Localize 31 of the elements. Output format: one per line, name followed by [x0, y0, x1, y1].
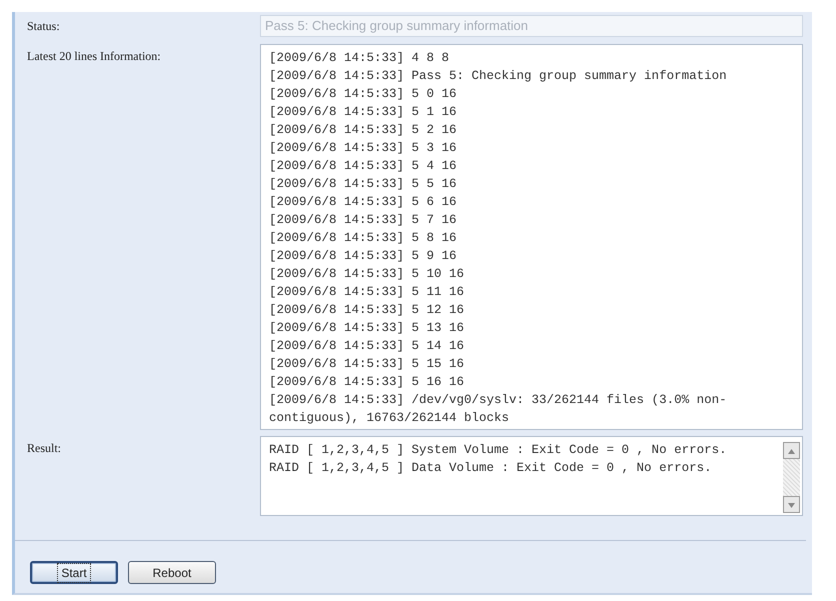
log-line: [2009/6/8 14:5:33] 5 2 16: [269, 122, 458, 139]
log-line: [2009/6/8 14:5:33] 5 8 16: [269, 230, 458, 247]
field-label: Status:: [27, 18, 61, 35]
log-line: [2009/6/8 14:5:33] 5 13 16: [269, 320, 466, 337]
log-line: [2009/6/8 14:5:33] 5 5 16: [269, 176, 458, 193]
scroll-down-icon: [783, 496, 800, 513]
log-line: [2009/6/8 14:5:33] 5 16 16: [269, 374, 466, 391]
result-line: RAID [ 1,2,3,4,5 ] Data Volume : Exit Code = 0 , No errors.: [269, 460, 713, 477]
result-textarea[interactable]: RAID [ 1,2,3,4,5 ] System Volume : Exit Code = 0 , No errors. RAID [ 1,2,3,4,5 ] Data Volume : Exit Code = 0 , No errors.: [260, 436, 803, 516]
log-line: [2009/6/8 14:5:33] 5 4 16: [269, 158, 458, 175]
log-line: [2009/6/8 14:5:33] 5 9 16: [269, 248, 458, 265]
action-button[interactable]: Start: [30, 561, 118, 584]
log-line: [2009/6/8 14:5:33] 5 0 16: [269, 86, 458, 103]
log-line: [2009/6/8 14:5:33] 5 6 16: [269, 194, 458, 211]
log-line: [2009/6/8 14:5:33] 5 7 16: [269, 212, 458, 229]
field-label: Result:: [27, 440, 62, 457]
log-line: [2009/6/8 14:5:33] 5 15 16: [269, 356, 466, 373]
log-line: [2009/6/8 14:5:33] /dev/vg0/syslv: 33/262144 files (3.0% non-contiguous), 16763/262144 blocks: [269, 392, 728, 427]
log-line: [2009/6/8 14:5:33] 5 11 16: [269, 284, 466, 301]
log-line: [2009/6/8 14:5:33] 5 14 16: [269, 338, 466, 355]
log-line: [2009/6/8 14:5:33] Pass 5: Checking group summary information: [269, 68, 728, 85]
log-line: [2009/6/8 14:5:33] 5 12 16: [269, 302, 466, 319]
action-button[interactable]: Reboot: [128, 561, 216, 584]
result-line: RAID [ 1,2,3,4,5 ] System Volume : Exit Code = 0 , No errors.: [269, 442, 728, 459]
log-textarea[interactable]: [260, 44, 803, 430]
log-line: [2009/6/8 14:5:33] 5 3 16: [269, 140, 458, 157]
log-line: [2009/6/8 14:5:33] 4 8 8: [269, 50, 450, 67]
log-line: [2009/6/8 14:5:33] 5 1 16: [269, 104, 458, 121]
log-line: [2009/6/8 14:5:33] 5 10 16: [269, 266, 466, 283]
field-label: Latest 20 lines Information:: [27, 48, 162, 65]
scroll-up-icon: [783, 442, 800, 459]
